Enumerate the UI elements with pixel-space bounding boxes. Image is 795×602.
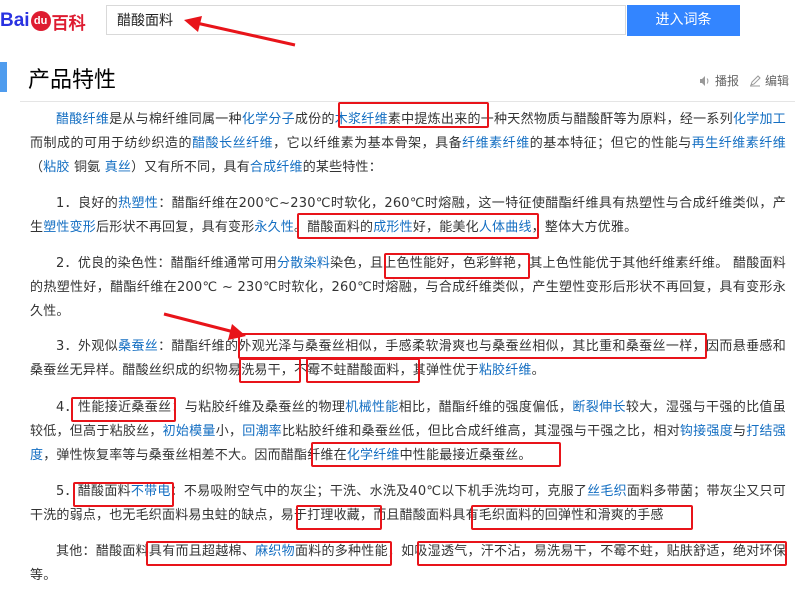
term-link[interactable]: 断裂伸长 [572,400,625,415]
edit-button[interactable]: 编辑 [749,72,789,89]
property-1-paragraph: 1．良好的热塑性：醋酯纤维在200℃~230℃时软化，260℃时熔融，这一特征使… [30,192,786,240]
baidu-baike-logo[interactable]: Bai du 百科 [0,8,86,34]
section-divider [20,101,795,102]
paragraph-text: 其他：醋酸面料具有而且超越棉、 [56,544,256,559]
term-link[interactable]: 醋酸长丝纤维 [192,136,273,151]
term-link[interactable]: 麻织物 [255,544,295,559]
term-link[interactable]: 丝毛织 [587,484,627,499]
top-header: Bai du 百科 进入词条 [0,0,795,44]
paragraph-text: 的某些特性： [302,160,382,175]
section-tools: 播报 编辑 [699,72,789,89]
paragraph-text: ，弹性恢复率等与桑蚕丝相差不大。因而醋酯纤维在 [43,448,347,463]
term-link[interactable]: 化学分子 [242,112,295,127]
enter-entry-button[interactable]: 进入词条 [627,5,740,36]
term-link[interactable]: 初始模量 [163,424,216,439]
paragraph-text: ，整体大方优雅。 [531,220,638,235]
term-link[interactable]: 醋酸纤维 [56,112,109,127]
term-link[interactable]: 回潮率 [242,424,282,439]
search-input[interactable] [107,6,625,34]
term-link[interactable]: 塑性变形 [43,220,96,235]
paragraph-text: 2．优良的染色性：醋酯纤维通常可用 [56,256,278,271]
property-3-paragraph: 3．外观似桑蚕丝：醋酯纤维的外观光泽与桑蚕丝相似，手感柔软滑爽也与桑蚕丝相似，其… [30,335,786,383]
paragraph-text: 与 [732,424,747,439]
section-title-accent [0,62,7,92]
paragraph-text: ：不易吸附空气中的灰尘；干洗、水洗及40℃以下机手洗均可，克服了 [170,484,588,499]
paragraph-text: 相比，醋酯纤维的强度偏低， [398,400,573,415]
paragraph-text: 中性能最接近桑蚕丝。 [399,448,532,463]
paragraph-text: 小， [215,424,243,439]
paragraph-text: 成份的 [294,112,335,127]
term-link[interactable]: 热塑性 [118,196,158,211]
paragraph-text: 是从与棉纤维同属一种 [109,112,242,127]
paragraph-text: （ [30,160,44,175]
term-link[interactable]: 机械性能 [345,400,398,415]
term-link[interactable]: 钩接强度 [680,424,733,439]
edit-icon [749,74,761,86]
paragraph-text: 3．外观似 [56,339,119,354]
logo-paw-icon: du [30,11,51,31]
term-link[interactable]: 人体曲线 [479,220,532,235]
intro-paragraph: 醋酸纤维是从与棉纤维同属一种化学分子成份的木浆纤维素中提炼出来的一种天然物质与醋… [30,108,786,180]
paragraph-text: 1．良好的 [56,196,119,211]
paragraph-text: 比粘胶纤维和桑蚕丝低，但比合成纤维高，其湿强与干强之比，相对 [282,424,680,439]
term-link[interactable]: 粘胶 [43,160,69,175]
broadcast-label: 播报 [714,74,739,88]
paragraph-text: 。 [531,363,545,378]
term-link[interactable]: 化学纤维 [347,448,400,463]
term-link[interactable]: 粘胶纤维 [479,363,532,378]
edit-label: 编辑 [764,74,789,88]
paragraph-text: 好，能美化 [412,220,479,235]
logo-baike-text: 百科 [51,13,86,34]
paragraph-text: ）又有所不同，具有 [131,160,250,175]
paragraph-text: 。醋酸面料的 [294,220,374,235]
other-properties-paragraph: 其他：醋酸面料具有而且超越棉、麻织物面料的多种性能，如吸湿透气，汗不沾，易洗易干… [30,540,786,588]
term-link[interactable]: 分散染料 [277,256,330,271]
term-link[interactable]: 合成纤维 [250,160,303,175]
paragraph-text: 而制成的可用于纺纱织造的 [30,136,193,151]
term-link[interactable]: 再生纤维素纤维 [692,136,786,151]
term-link[interactable]: 化学加工 [733,112,786,127]
paragraph-text: 铜氨 [69,160,105,175]
paragraph-text: 的基本特征；但它的性能与 [529,136,692,151]
term-link[interactable]: 不带电 [131,484,171,499]
term-link[interactable]: 木浆纤维 [335,112,388,127]
logo-bai-text: Bai [0,10,30,31]
property-5-paragraph: 5．醋酸面料不带电：不易吸附空气中的灰尘；干洗、水洗及40℃以下机手洗均可，克服… [30,480,786,528]
term-link[interactable]: 永久性 [254,220,294,235]
section-title: 产品特性 [28,68,117,93]
term-link[interactable]: 纤维素纤维 [462,136,530,151]
speaker-icon [699,75,709,86]
property-4-paragraph: 4．性能接近桑蚕丝：与粘胶纤维及桑蚕丝的物理机械性能相比，醋酯纤维的强度偏低，断… [30,396,786,468]
search-box [106,5,626,35]
paragraph-text: 4．性能接近桑蚕丝：与粘胶纤维及桑蚕丝的物理 [56,400,346,415]
term-link[interactable]: 成形性 [373,220,413,235]
property-2-paragraph: 2．优良的染色性：醋酯纤维通常可用分散染料染色，且上色性能好，色彩鲜艳，其上色性… [30,252,786,324]
paragraph-text: ，它以纤维素为基本骨架，具备 [273,136,463,151]
term-link[interactable]: 真丝 [105,160,131,175]
paragraph-text: 素中提炼出来的一种天然物质与醋酸酐等为原料，经一系列 [387,112,733,127]
paragraph-text: 5．醋酸面料 [56,484,131,499]
term-link[interactable]: 桑蚕丝 [118,339,158,354]
paragraph-text: 后形状不再回复，具有变形 [96,220,255,235]
broadcast-button[interactable]: 播报 [699,72,739,89]
